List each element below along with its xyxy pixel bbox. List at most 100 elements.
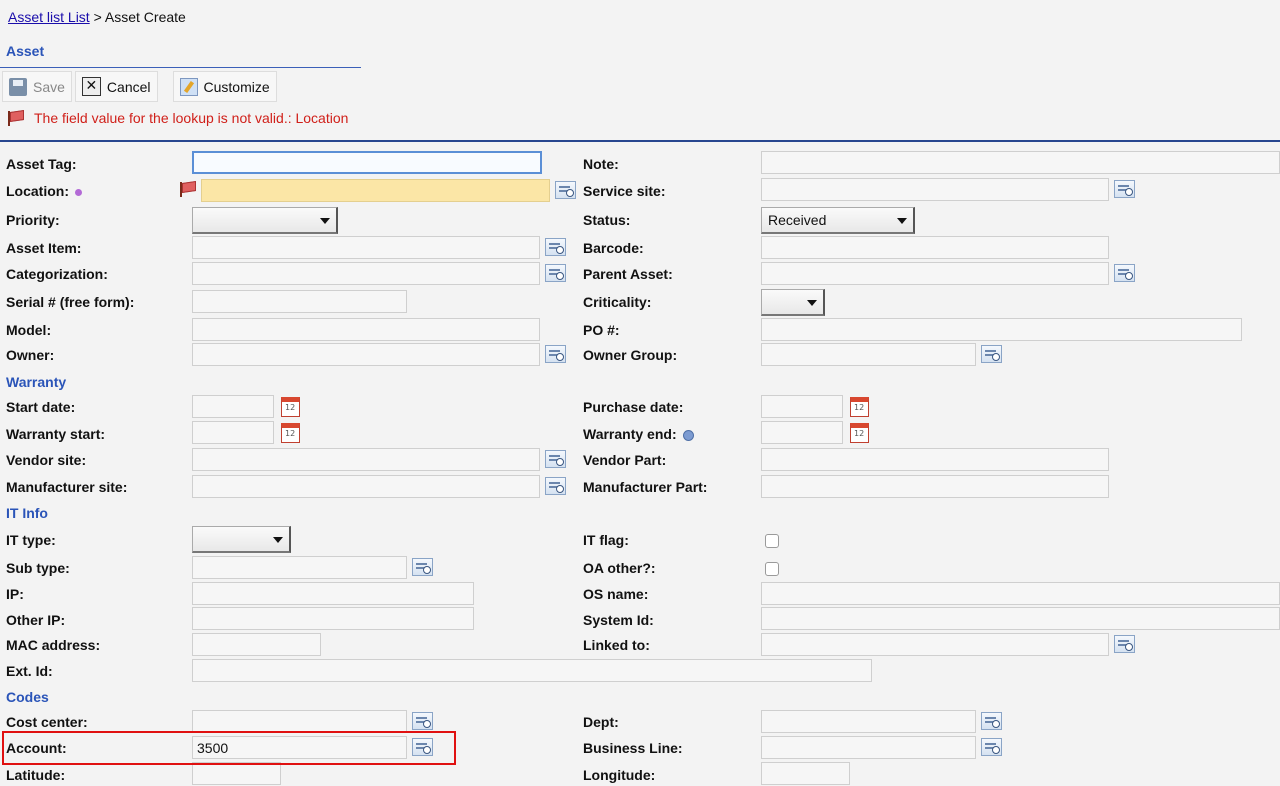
it-type-label: IT type:: [6, 532, 56, 548]
error-flag-icon: [6, 110, 24, 126]
ext-id-input[interactable]: [192, 659, 872, 682]
po-input[interactable]: [761, 318, 1242, 341]
location-label: Location:: [6, 183, 82, 199]
codes-group-heading: Codes: [6, 689, 49, 705]
sub-type-input[interactable]: [192, 556, 407, 579]
oa-other-checkbox[interactable]: [765, 562, 779, 576]
latitude-label: Latitude:: [6, 767, 66, 783]
longitude-input[interactable]: [761, 762, 850, 785]
info-icon[interactable]: [682, 429, 694, 441]
asset-tag-label: Asset Tag:: [6, 156, 77, 172]
serial-input[interactable]: [192, 290, 407, 313]
mac-address-input[interactable]: [192, 633, 321, 656]
customize-icon: [179, 77, 198, 96]
purchase-date-input[interactable]: [761, 395, 843, 418]
priority-select[interactable]: [192, 207, 338, 234]
parent-asset-input[interactable]: [761, 262, 1109, 285]
ip-input[interactable]: [192, 582, 474, 605]
manufacturer-part-input[interactable]: [761, 475, 1109, 498]
status-select[interactable]: Received: [761, 207, 915, 234]
customize-label: Customize: [203, 78, 270, 95]
error-message: The field value for the lookup is not va…: [34, 110, 349, 126]
manufacturer-site-input[interactable]: [192, 475, 540, 498]
asset-item-lookup-icon[interactable]: [545, 238, 566, 256]
calendar-icon[interactable]: [281, 397, 300, 417]
dept-lookup-icon[interactable]: [981, 712, 1002, 730]
calendar-icon[interactable]: [850, 397, 869, 417]
required-dot-icon: [75, 188, 82, 196]
vendor-part-input[interactable]: [761, 448, 1109, 471]
cost-center-input[interactable]: [192, 710, 407, 733]
warranty-group-heading: Warranty: [6, 374, 67, 390]
owner-group-lookup-icon[interactable]: [981, 345, 1002, 363]
chevron-down-icon: [807, 300, 817, 306]
barcode-input[interactable]: [761, 236, 1109, 259]
calendar-icon[interactable]: [850, 423, 869, 443]
save-label: Save: [33, 78, 65, 95]
it-flag-label: IT flag:: [583, 532, 629, 548]
breadcrumb-link-asset-list[interactable]: Asset list List: [8, 9, 90, 25]
cost-center-lookup-icon[interactable]: [412, 712, 433, 730]
cancel-button[interactable]: ✕ Cancel: [74, 71, 158, 102]
note-input[interactable]: [761, 151, 1280, 174]
oa-other-label: OA other?:: [583, 560, 656, 576]
service-site-lookup-icon[interactable]: [1114, 180, 1135, 198]
start-date-input[interactable]: [192, 395, 274, 418]
it-info-group-heading: IT Info: [6, 505, 48, 521]
os-name-input[interactable]: [761, 582, 1280, 605]
manufacturer-site-lookup-icon[interactable]: [545, 477, 566, 495]
customize-button[interactable]: Customize: [172, 71, 277, 102]
purchase-date-label: Purchase date:: [583, 399, 684, 415]
other-ip-label: Other IP:: [6, 612, 66, 628]
owner-input[interactable]: [192, 343, 540, 366]
asset-tag-input[interactable]: [192, 151, 542, 174]
sub-type-lookup-icon[interactable]: [412, 558, 433, 576]
categorization-input[interactable]: [192, 262, 540, 285]
categorization-label: Categorization:: [6, 266, 108, 282]
parent-asset-lookup-icon[interactable]: [1114, 264, 1135, 282]
criticality-label: Criticality:: [583, 294, 652, 310]
location-input[interactable]: [201, 179, 550, 202]
breadcrumb: Asset list List > Asset Create: [8, 9, 186, 25]
vendor-site-lookup-icon[interactable]: [545, 450, 566, 468]
owner-group-input[interactable]: [761, 343, 976, 366]
linked-to-input[interactable]: [761, 633, 1109, 656]
other-ip-input[interactable]: [192, 607, 474, 630]
location-lookup-icon[interactable]: [555, 181, 576, 199]
close-icon: ✕: [81, 77, 101, 96]
linked-to-lookup-icon[interactable]: [1114, 635, 1135, 653]
categorization-lookup-icon[interactable]: [545, 264, 566, 282]
service-site-input[interactable]: [761, 178, 1109, 201]
system-id-input[interactable]: [761, 607, 1280, 630]
mac-address-label: MAC address:: [6, 637, 101, 653]
owner-lookup-icon[interactable]: [545, 345, 566, 363]
warranty-end-input[interactable]: [761, 421, 843, 444]
barcode-label: Barcode:: [583, 240, 644, 256]
business-line-lookup-icon[interactable]: [981, 738, 1002, 756]
asset-item-input[interactable]: [192, 236, 540, 259]
breadcrumb-current: Asset Create: [104, 9, 186, 25]
criticality-select[interactable]: [761, 289, 825, 316]
sub-type-label: Sub type:: [6, 560, 70, 576]
save-icon: [9, 77, 27, 96]
chevron-down-icon: [273, 537, 283, 543]
business-line-input[interactable]: [761, 736, 976, 759]
owner-label: Owner:: [6, 347, 55, 363]
it-type-select[interactable]: [192, 526, 291, 553]
model-input[interactable]: [192, 318, 540, 341]
save-button[interactable]: Save: [2, 71, 72, 102]
calendar-icon[interactable]: [281, 423, 300, 443]
chevron-down-icon: [320, 218, 330, 224]
po-label: PO #:: [583, 322, 620, 338]
vendor-part-label: Vendor Part:: [583, 452, 667, 468]
ext-id-label: Ext. Id:: [6, 663, 53, 679]
vendor-site-input[interactable]: [192, 448, 540, 471]
it-flag-checkbox[interactable]: [765, 534, 779, 548]
warranty-start-input[interactable]: [192, 421, 274, 444]
latitude-input[interactable]: [192, 762, 281, 785]
warranty-end-label-text: Warranty end:: [583, 426, 677, 442]
dept-input[interactable]: [761, 710, 976, 733]
business-line-label: Business Line:: [583, 740, 683, 756]
status-value: Received: [768, 212, 827, 228]
manufacturer-part-label: Manufacturer Part:: [583, 479, 708, 495]
